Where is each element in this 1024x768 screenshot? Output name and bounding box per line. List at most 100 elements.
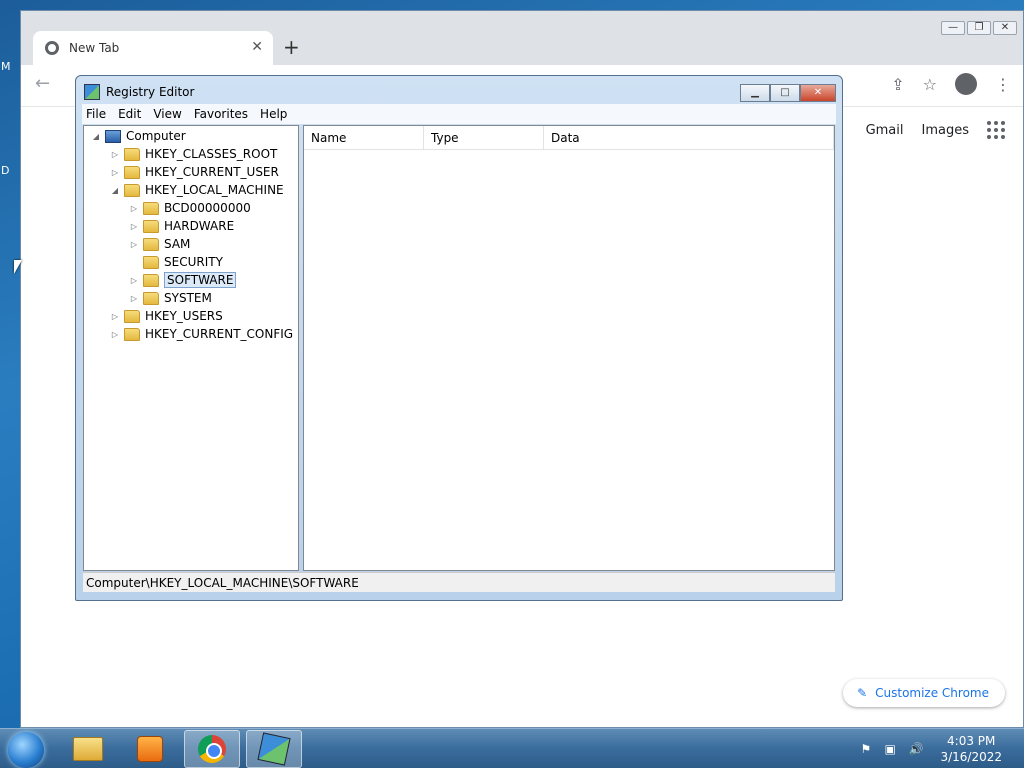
taskbar-explorer[interactable] (60, 730, 116, 768)
action-center-flag-icon[interactable]: ⚑ (860, 742, 874, 756)
expand-arrow-icon[interactable]: ▷ (130, 276, 138, 285)
tree-node-label: SAM (164, 237, 191, 251)
tree-node-hklm[interactable]: ◢ HKEY_LOCAL_MACHINE (111, 181, 284, 199)
folder-icon (124, 147, 140, 161)
tree-node-hkcr[interactable]: ▷ HKEY_CLASSES_ROOT (111, 145, 277, 163)
gmail-link[interactable]: Gmail (866, 123, 904, 138)
system-tray: ⚑ ▣ 🔊 4:03 PM 3/16/2022 (860, 729, 1024, 768)
tree-node-hku[interactable]: ▷ HKEY_USERS (111, 307, 223, 325)
title-bar[interactable]: Registry Editor (84, 84, 194, 100)
menu-file[interactable]: File (86, 107, 106, 121)
start-button[interactable] (8, 732, 44, 768)
network-icon[interactable]: ▣ (884, 742, 898, 756)
tree-node-security[interactable]: SECURITY (130, 253, 223, 271)
folder-icon (124, 309, 140, 323)
menu-favorites[interactable]: Favorites (194, 107, 248, 121)
back-arrow-icon[interactable]: ← (35, 73, 50, 94)
tab-title: New Tab (69, 41, 120, 55)
menu-edit[interactable]: Edit (118, 107, 141, 121)
minimize-button[interactable]: — (941, 21, 965, 35)
minimize-button[interactable]: ▁ (740, 84, 770, 102)
chrome-icon (198, 735, 226, 763)
menu-bar: File Edit View Favorites Help (82, 104, 836, 124)
clock[interactable]: 4:03 PM 3/16/2022 (940, 733, 1002, 765)
folder-icon (143, 219, 159, 233)
menu-help[interactable]: Help (260, 107, 287, 121)
expand-arrow-icon[interactable]: ▷ (130, 204, 138, 213)
new-tab-button[interactable]: + (283, 35, 300, 59)
folder-icon (124, 327, 140, 341)
collapse-arrow-icon[interactable]: ◢ (92, 132, 100, 141)
column-header-name[interactable]: Name (304, 126, 424, 149)
registry-editor-icon (257, 732, 291, 766)
folder-icon (143, 201, 159, 215)
tree-node-hardware[interactable]: ▷ HARDWARE (130, 217, 234, 235)
tree-node-label: HKEY_CURRENT_CONFIG (145, 327, 294, 341)
clock-time: 4:03 PM (947, 734, 996, 748)
close-button[interactable]: ✕ (993, 21, 1017, 35)
customize-chrome-button[interactable]: ✎ Customize Chrome (843, 679, 1005, 707)
status-bar: Computer\HKEY_LOCAL_MACHINE\SOFTWARE (83, 572, 835, 592)
column-headers: Name Type Data (304, 126, 834, 150)
tree-node-label: HKEY_LOCAL_MACHINE (145, 183, 284, 197)
expand-arrow-icon[interactable]: ▷ (111, 330, 119, 339)
tree-node-label: HKEY_USERS (145, 309, 223, 323)
pencil-icon: ✎ (857, 686, 868, 700)
column-header-type[interactable]: Type (424, 126, 544, 149)
tab-new-tab[interactable]: New Tab ✕ (33, 31, 273, 65)
tree-node-hkcc[interactable]: ▷ HKEY_CURRENT_CONFIG (111, 325, 293, 343)
tree-node-hkcu[interactable]: ▷ HKEY_CURRENT_USER (111, 163, 279, 181)
values-list-pane[interactable]: Name Type Data (303, 125, 835, 571)
share-icon[interactable]: ⇪ (891, 75, 904, 94)
expand-arrow-icon[interactable]: ▷ (111, 150, 119, 159)
tree-node-system[interactable]: ▷ SYSTEM (130, 289, 212, 307)
chrome-tab-strip: New Tab ✕ + — ❐ ✕ (21, 11, 1023, 65)
expand-arrow-icon[interactable]: ▷ (111, 312, 119, 321)
taskbar-chrome[interactable] (184, 730, 240, 768)
chrome-window-controls: — ❐ ✕ (941, 21, 1017, 35)
tree-node-label: HKEY_CLASSES_ROOT (145, 147, 278, 161)
tree-node-label: SYSTEM (164, 291, 212, 305)
explorer-icon (73, 737, 103, 761)
folder-icon (143, 291, 159, 305)
tree-node-computer[interactable]: ◢ Computer (92, 127, 186, 145)
folder-icon (143, 237, 159, 251)
registry-editor-window: Registry Editor ▁ □ ✕ File Edit View Fav… (75, 75, 843, 601)
mouse-cursor (14, 260, 22, 274)
customize-chrome-label: Customize Chrome (875, 686, 989, 700)
tree-node-label: Computer (126, 129, 186, 143)
toolbar-actions: ⇪ ☆ ⋮ (891, 73, 1011, 95)
computer-icon (105, 129, 121, 143)
taskbar-registry-editor[interactable] (246, 730, 302, 768)
volume-icon[interactable]: 🔊 (908, 742, 923, 756)
menu-kebab-icon[interactable]: ⋮ (995, 75, 1011, 94)
tree-node-bcd[interactable]: ▷ BCD00000000 (130, 199, 251, 217)
tree-node-label: BCD00000000 (164, 201, 251, 215)
bookmark-star-icon[interactable]: ☆ (923, 75, 937, 94)
expand-arrow-icon[interactable]: ▷ (130, 240, 138, 249)
maximize-button[interactable]: □ (770, 84, 800, 102)
close-button[interactable]: ✕ (800, 84, 836, 102)
restore-button[interactable]: ❐ (967, 21, 991, 35)
window-title: Registry Editor (106, 85, 195, 99)
registry-editor-icon (84, 84, 100, 100)
collapse-arrow-icon[interactable]: ◢ (111, 186, 119, 195)
apps-grid-icon[interactable] (987, 121, 1005, 139)
expand-arrow-icon[interactable]: ▷ (111, 168, 119, 177)
profile-avatar-icon[interactable] (955, 73, 977, 95)
tree-node-label: SECURITY (164, 255, 223, 269)
taskbar-media-player[interactable] (122, 730, 178, 768)
tree-node-software[interactable]: ▷ SOFTWARE (130, 271, 237, 289)
expand-arrow-icon[interactable]: ▷ (130, 222, 138, 231)
column-header-data[interactable]: Data (544, 126, 834, 149)
tab-close-icon[interactable]: ✕ (251, 39, 263, 55)
key-tree-pane[interactable]: ◢ Computer ▷ HKEY_CLASSES_ROOT ▷ HKEY_CU… (83, 125, 299, 571)
images-link[interactable]: Images (922, 123, 970, 138)
folder-icon (143, 273, 159, 287)
tree-node-label-selected: SOFTWARE (164, 272, 237, 288)
menu-view[interactable]: View (153, 107, 181, 121)
tree-node-label: HKEY_CURRENT_USER (145, 165, 279, 179)
taskbar: ⚑ ▣ 🔊 4:03 PM 3/16/2022 (0, 728, 1024, 768)
tree-node-sam[interactable]: ▷ SAM (130, 235, 190, 253)
expand-arrow-icon[interactable]: ▷ (130, 294, 138, 303)
